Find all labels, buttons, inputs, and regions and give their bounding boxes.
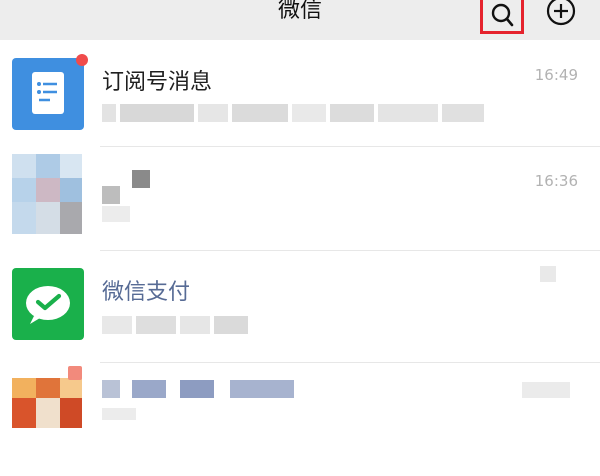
add-button[interactable] <box>544 0 578 28</box>
chat-time: 16:36 <box>534 172 578 190</box>
wechat-pay-check-icon <box>26 286 70 324</box>
chat-name: 微信支付 <box>102 280 191 305</box>
chat-name: 订阅号消息 <box>102 70 213 95</box>
blurred-time <box>522 382 570 398</box>
blurred-preview <box>102 316 262 334</box>
chat-row-subscriptions[interactable]: 订阅号消息 16:49 <box>0 40 600 152</box>
blurred-preview <box>102 408 136 420</box>
unread-dot <box>68 366 82 380</box>
subscription-avatar <box>12 58 84 130</box>
chat-row-wechat-pay[interactable]: 微信支付 <box>0 258 600 370</box>
group-avatar <box>12 378 82 428</box>
top-bar: 微信 <box>0 0 600 40</box>
blurred-time <box>540 266 556 282</box>
chat-row-contact-2[interactable]: 16:36 <box>0 146 600 258</box>
plus-circle-icon <box>546 0 576 26</box>
divider <box>100 250 600 251</box>
blurred-name <box>102 170 152 204</box>
contact-avatar <box>12 154 82 234</box>
chat-time: 16:49 <box>534 66 578 84</box>
divider <box>100 362 600 363</box>
unread-dot <box>76 54 88 66</box>
search-icon <box>491 3 514 27</box>
search-button[interactable] <box>480 0 524 34</box>
wechat-pay-avatar <box>12 268 84 340</box>
subscription-document-icon <box>32 72 64 114</box>
blurred-preview <box>102 104 492 122</box>
chat-row-group-4[interactable] <box>0 364 600 476</box>
blurred-name <box>102 380 302 398</box>
blurred-preview <box>102 206 130 222</box>
